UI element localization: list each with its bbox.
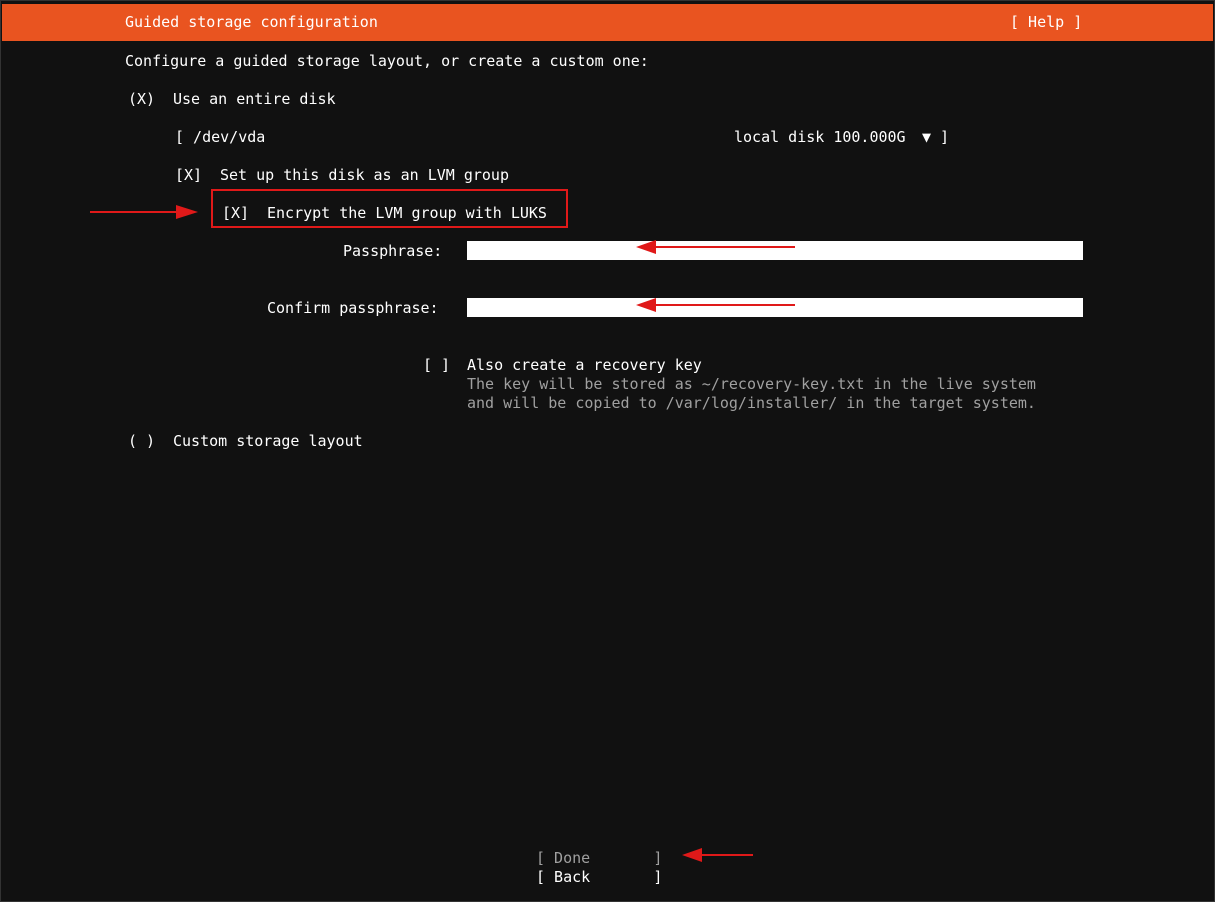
- arrow-left-icon: [636, 298, 795, 312]
- confirm-passphrase-label: Confirm passphrase:: [267, 299, 439, 317]
- intro-text: Configure a guided storage layout, or cr…: [125, 52, 649, 70]
- annotation-highlight-box: [211, 189, 568, 228]
- entire-disk-radio[interactable]: (X): [128, 90, 155, 109]
- arrow-left-icon: [682, 848, 753, 862]
- lvm-checkbox[interactable]: [X]: [175, 166, 202, 185]
- recovery-key-checkbox[interactable]: [ ]: [423, 356, 450, 375]
- arrow-left-icon: [636, 240, 795, 254]
- done-button[interactable]: [ Done ]: [536, 849, 662, 868]
- disk-select-info: local disk 100.000G: [734, 128, 906, 146]
- custom-layout-radio[interactable]: ( ): [128, 432, 155, 451]
- custom-layout-label: Custom storage layout: [173, 432, 363, 450]
- disk-select-value: [ /dev/vda: [175, 128, 266, 146]
- passphrase-label: Passphrase:: [343, 242, 443, 260]
- recovery-key-help-line1: The key will be stored as ~/recovery-key…: [467, 375, 1036, 393]
- back-button[interactable]: [ Back ]: [536, 868, 662, 887]
- dropdown-caret-icon: ▼ ]: [922, 128, 950, 146]
- recovery-key-help-line2: and will be copied to /var/log/installer…: [467, 394, 1036, 412]
- recovery-key-label: Also create a recovery key: [467, 356, 702, 374]
- page-title: Guided storage configuration: [125, 13, 378, 31]
- entire-disk-label: Use an entire disk: [173, 90, 336, 108]
- help-button[interactable]: [ Help ]: [1010, 13, 1082, 32]
- arrow-right-icon: [90, 205, 198, 219]
- lvm-label: Set up this disk as an LVM group: [220, 166, 509, 184]
